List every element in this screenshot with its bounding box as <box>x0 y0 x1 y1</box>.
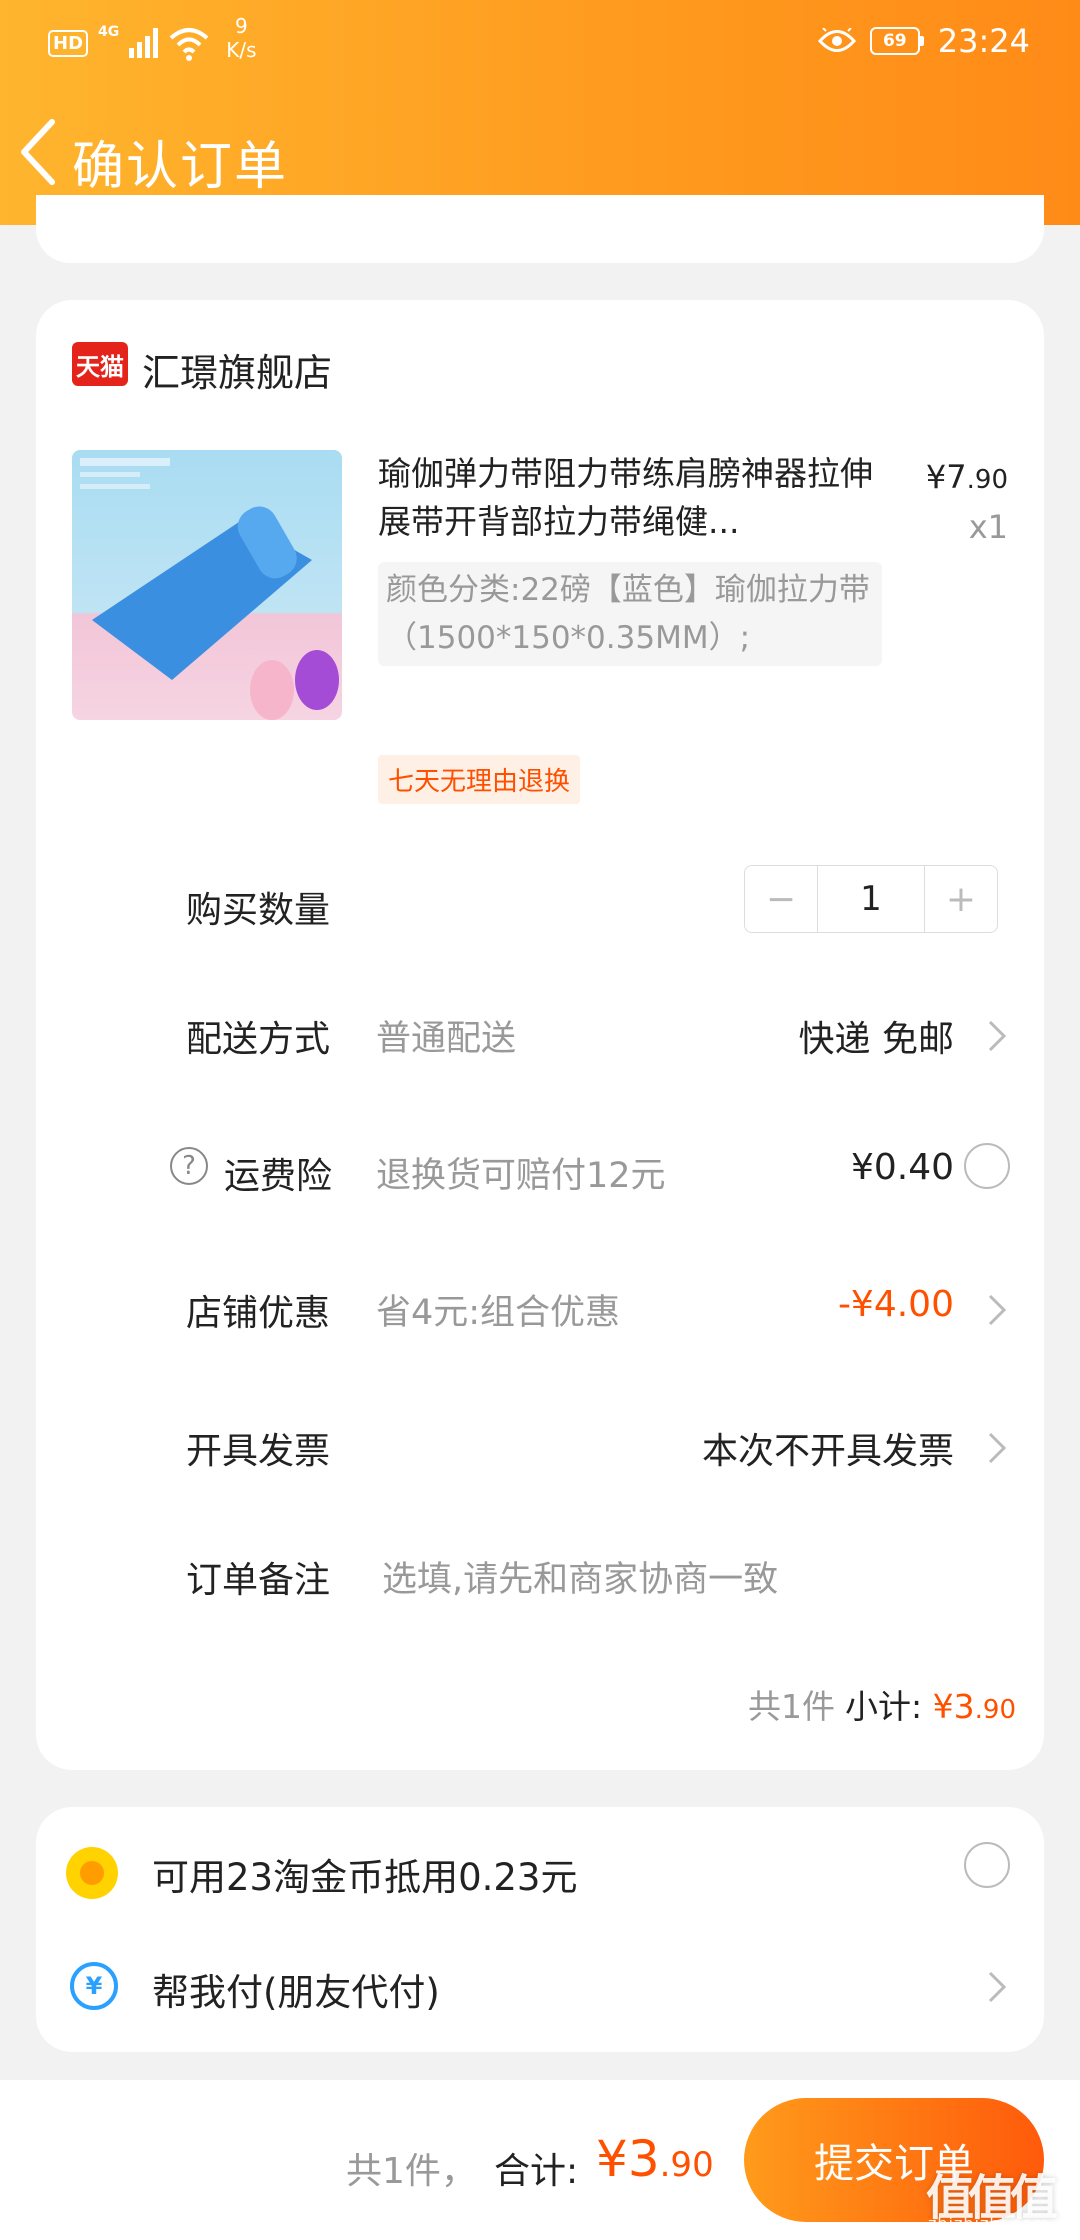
row-invoice[interactable]: 开具发票 本次不开具发票 <box>36 1404 1044 1484</box>
status-left: HD 4G 9 K/s <box>48 14 257 62</box>
product-price: ¥7.90 <box>926 458 1008 496</box>
chevron-right-icon[interactable] <box>986 1969 1008 2005</box>
insurance-radio[interactable] <box>964 1143 1010 1189</box>
note-input[interactable]: 选填,请先和商家协商一致 <box>382 1551 778 1602</box>
product-image[interactable] <box>72 450 342 720</box>
page-title: 确认订单 <box>72 137 289 197</box>
total-int: 3 <box>627 2130 660 2188</box>
coins-text: 可用23淘金币抵用0.23元 <box>152 1856 578 1899</box>
row-freight-insurance: ? 运费险 退换货可赔付12元 ¥0.40 <box>36 1129 1044 1209</box>
insurance-desc: 退换货可赔付12元 <box>376 1156 666 1196</box>
invoice-value: 本次不开具发票 <box>701 1431 954 1472</box>
network-speed: 9 K/s <box>226 14 256 62</box>
quantity-label: 购买数量 <box>186 890 331 931</box>
delivery-value: 快递 免邮 <box>798 1019 954 1060</box>
tmall-logo: 天猫 <box>72 342 128 386</box>
header: HD 4G 9 K/s 69 23:24 确认订单 <box>0 0 1080 225</box>
row-store-discount[interactable]: 店铺优惠 省4元:组合优惠 -¥4.00 <box>36 1266 1044 1346</box>
row-quantity: 购买数量 − 1 + <box>36 863 1044 943</box>
subtotal-amount: ¥3.90 <box>933 1687 1016 1726</box>
clock: 23:24 <box>937 22 1030 60</box>
watermark-domain: zhizhizhi.com <box>928 2214 1050 2233</box>
price-symbol: ¥ <box>925 458 947 496</box>
status-right: 69 23:24 <box>817 22 1030 60</box>
quantity-input[interactable]: 1 <box>817 866 925 932</box>
insurance-price: ¥0.40 <box>850 1147 954 1188</box>
help-icon[interactable]: ? <box>170 1147 208 1185</box>
row-delivery[interactable]: 配送方式 普通配送 快递 免邮 <box>36 992 1044 1072</box>
return-policy-badge: 七天无理由退换 <box>378 755 581 804</box>
payment-options-card: 可用23淘金币抵用0.23元 ¥ 帮我付(朋友代付) <box>36 1807 1044 2052</box>
discount-desc: 省4元:组合优惠 <box>376 1293 621 1333</box>
subtotal-decimal: .90 <box>974 1695 1016 1725</box>
speed-value: 9 <box>235 14 248 38</box>
product-sku: 颜色分类:22磅【蓝色】瑜伽拉力带（1500*150*0.35MM）; <box>378 562 882 666</box>
total-symbol: ¥ <box>596 2130 628 2188</box>
insurance-label: 运费险 <box>224 1156 333 1197</box>
speed-unit: K/s <box>226 38 257 62</box>
product-thumbnail <box>72 450 342 720</box>
friend-pay-text[interactable]: 帮我付(朋友代付) <box>152 1962 440 2016</box>
previous-card-bottom <box>36 195 1044 263</box>
subtotal-symbol: ¥ <box>932 1687 954 1726</box>
discount-label: 店铺优惠 <box>186 1293 331 1334</box>
friend-pay-icon: ¥ <box>70 1962 118 2010</box>
subtotal-count: 共1件 <box>748 1687 836 1726</box>
discount-value: -¥4.00 <box>837 1284 954 1325</box>
note-label: 订单备注 <box>186 1560 331 1601</box>
total-count: 共1件， <box>346 2151 477 2192</box>
hd-badge: HD <box>48 30 89 57</box>
gold-coin-icon <box>66 1847 118 1899</box>
chevron-left-icon[interactable] <box>18 118 58 186</box>
quantity-minus-button[interactable]: − <box>745 866 817 932</box>
total-decimal: .90 <box>659 2145 714 2185</box>
chevron-right-icon <box>988 1294 1007 1326</box>
delivery-desc: 普通配送 <box>376 1019 517 1059</box>
quantity-plus-button[interactable]: + <box>925 866 997 932</box>
delivery-label: 配送方式 <box>186 1019 331 1060</box>
subtotal-int: 3 <box>953 1687 975 1726</box>
battery-icon: 69 <box>869 27 924 55</box>
row-order-note: 订单备注 选填,请先和商家协商一致 <box>36 1533 1044 1613</box>
invoice-label: 开具发票 <box>186 1431 331 1472</box>
chevron-right-icon <box>988 1432 1007 1464</box>
wifi-icon <box>169 28 209 61</box>
signal-icon <box>129 24 159 58</box>
coins-radio[interactable] <box>964 1842 1010 1888</box>
bottom-bar: 共1件， 合计: ¥3.90 提交订单 <box>0 2080 1080 2240</box>
chevron-right-icon <box>988 1020 1007 1052</box>
subtotal: 共1件 小计: ¥3.90 <box>748 1680 1016 1728</box>
battery-level: 69 <box>869 27 920 55</box>
store-order-card: 天猫 汇璟旗舰店 瑜伽弹力带阻力带练肩膀神器拉伸展带开背部拉力带绳健... ¥7… <box>36 300 1044 1770</box>
price-decimal: .90 <box>966 465 1008 495</box>
total-amount: ¥3.90 <box>596 2130 714 2188</box>
price-int: 7 <box>946 458 967 496</box>
eye-comfort-icon <box>817 28 856 52</box>
status-bar: HD 4G 9 K/s 69 23:24 <box>0 0 1080 80</box>
store-name[interactable]: 汇璟旗舰店 <box>142 342 332 397</box>
quantity-stepper: − 1 + <box>744 865 998 933</box>
subtotal-label: 小计: <box>845 1687 923 1726</box>
total-label: 合计: <box>494 2151 579 2192</box>
product-quantity: x1 <box>968 508 1008 546</box>
product-title[interactable]: 瑜伽弹力带阻力带练肩膀神器拉伸展带开背部拉力带绳健... <box>378 450 878 546</box>
network-type: 4G <box>98 24 120 40</box>
